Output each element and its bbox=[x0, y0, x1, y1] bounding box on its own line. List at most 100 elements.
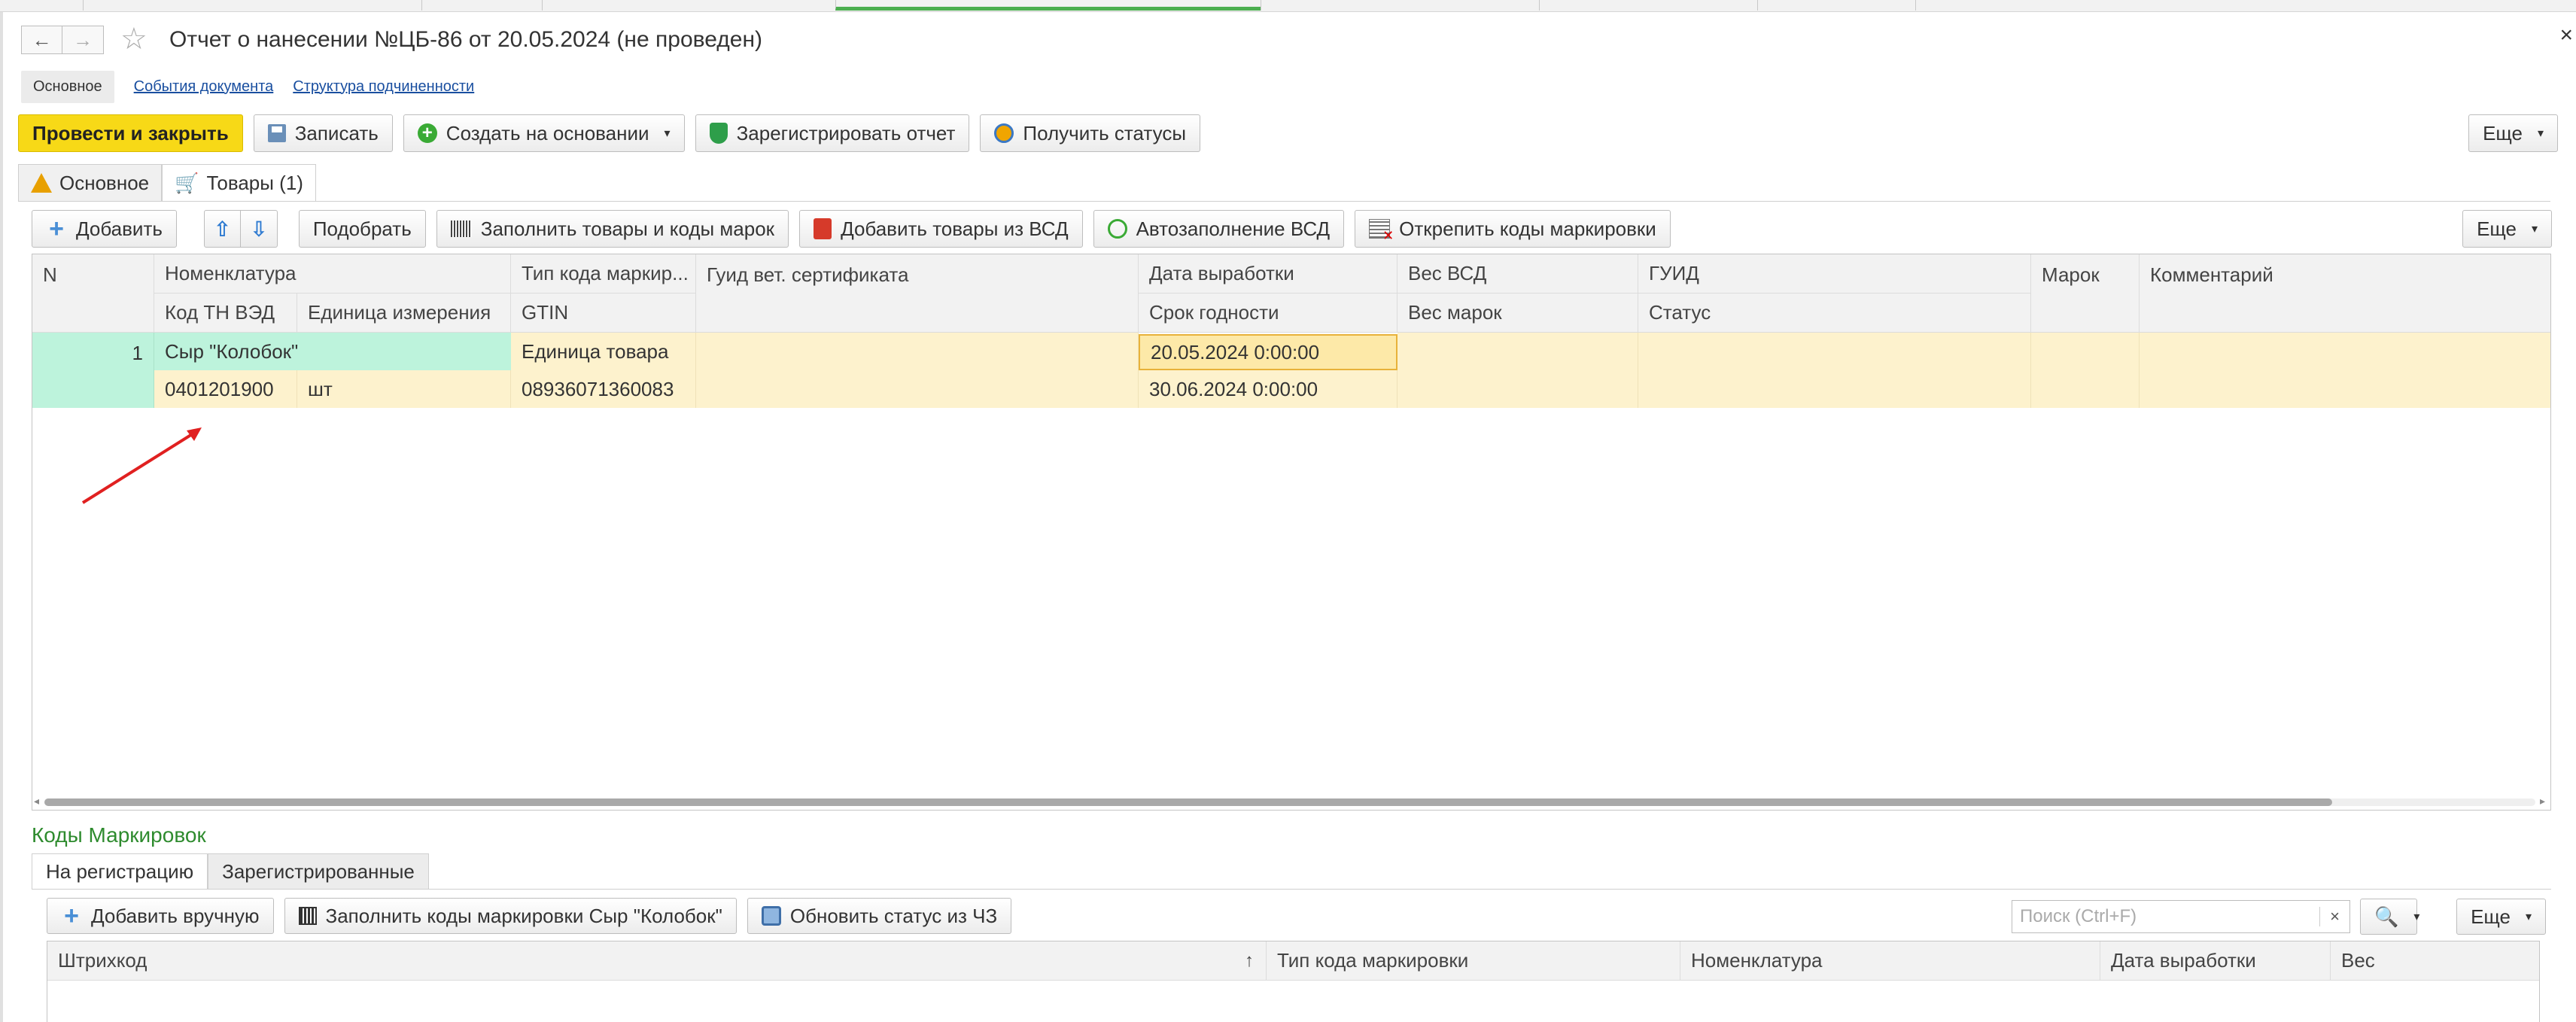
tab-panel-border bbox=[18, 201, 2550, 202]
cell-weight-marks[interactable] bbox=[1397, 370, 1638, 408]
col-header-comment[interactable]: Комментарий bbox=[2140, 254, 2550, 333]
cell-vet-guid[interactable] bbox=[696, 333, 1139, 408]
tab-registered[interactable]: Зарегистрированные bbox=[208, 853, 429, 890]
goods-more-button[interactable]: Еще ▾ bbox=[2462, 210, 2552, 248]
annotation-arrow-icon bbox=[81, 427, 202, 504]
scrollbar-thumb[interactable] bbox=[44, 798, 2332, 806]
plus-circle-icon: + bbox=[417, 123, 437, 143]
cell-guid[interactable] bbox=[1638, 333, 2031, 370]
autofill-vsd-label: Автозаполнение ВСД bbox=[1136, 217, 1331, 240]
move-down-button[interactable]: ⇩ bbox=[241, 210, 278, 248]
col-header-production-date[interactable]: Дата выработки bbox=[2100, 941, 2331, 981]
col-header-vet-guid[interactable]: Гуид вет. сертификата bbox=[696, 254, 1139, 333]
marking-more-button[interactable]: Еще ▾ bbox=[2456, 899, 2546, 935]
cell-unit[interactable]: шт bbox=[297, 370, 511, 408]
col-header-status[interactable]: Статус bbox=[1638, 294, 2031, 333]
section-main[interactable]: Основное bbox=[21, 70, 114, 103]
register-report-label: Зарегистрировать отчет bbox=[736, 121, 956, 144]
post-and-close-button[interactable]: Провести и закрыть bbox=[18, 114, 243, 152]
col-header-weight[interactable]: Вес bbox=[2331, 941, 2539, 981]
add-from-vsd-button[interactable]: Добавить товары из ВСД bbox=[799, 210, 1083, 248]
create-based-on-button[interactable]: + Создать на основании ▾ bbox=[403, 114, 685, 152]
section-link-structure[interactable]: Структура подчиненности bbox=[293, 78, 474, 96]
favorite-star-icon[interactable]: ☆ bbox=[120, 23, 148, 56]
more-button[interactable]: Еще ▾ bbox=[2468, 114, 2558, 152]
open-window-tab[interactable] bbox=[1539, 0, 1757, 11]
tab-goods[interactable]: 🛒 Товары (1) bbox=[162, 164, 316, 202]
autofill-vsd-button[interactable]: Автозаполнение ВСД bbox=[1093, 210, 1345, 248]
cell-production-date[interactable]: 20.05.2024 0:00:00 bbox=[1139, 334, 1397, 370]
col-header-weight-marks[interactable]: Вес марок bbox=[1397, 294, 1638, 333]
cell-gtin[interactable]: 08936071360083 bbox=[511, 370, 696, 408]
dropdown-arrow-icon: ▾ bbox=[664, 127, 671, 140]
col-header-tnved[interactable]: Код ТН ВЭД bbox=[154, 294, 297, 333]
cell-comment[interactable] bbox=[2140, 333, 2550, 408]
left-panel-edge bbox=[0, 12, 3, 1022]
col-header-guid[interactable]: ГУИД bbox=[1638, 254, 2031, 294]
col-header-nomenclature[interactable]: Номенклатура bbox=[1680, 941, 2100, 981]
warning-icon bbox=[31, 173, 52, 193]
pick-button[interactable]: Подобрать bbox=[298, 210, 426, 248]
tab-main[interactable]: Основное bbox=[18, 164, 163, 202]
unpin-codes-button[interactable]: Открепить коды маркировки bbox=[1355, 210, 1671, 248]
cart-icon: 🛒 bbox=[175, 171, 199, 194]
fill-marking-codes-button[interactable]: Заполнить коды маркировки Сыр "Колобок" bbox=[284, 898, 737, 934]
cell-expiry[interactable]: 30.06.2024 0:00:00 bbox=[1139, 370, 1397, 408]
autofill-icon bbox=[1107, 219, 1127, 239]
add-label: Добавить bbox=[76, 217, 163, 240]
open-windows-strip bbox=[0, 0, 2576, 12]
move-up-button[interactable]: ⇧ bbox=[203, 210, 242, 248]
fill-marking-codes-label: Заполнить коды маркировки Сыр "Колобок" bbox=[325, 904, 722, 927]
command-bar: Провести и закрыть Записать + Создать на … bbox=[18, 114, 1201, 154]
col-header-marks[interactable]: Марок bbox=[2031, 254, 2140, 333]
col-header-code-type[interactable]: Тип кода маркир... bbox=[511, 254, 696, 294]
open-window-tab[interactable] bbox=[1757, 0, 1915, 11]
open-window-tab[interactable] bbox=[421, 0, 542, 11]
fill-goods-codes-button[interactable]: Заполнить товары и коды марок bbox=[436, 210, 789, 248]
save-disk-icon bbox=[267, 124, 286, 142]
col-header-barcode[interactable]: Штрихкод ↑ bbox=[47, 941, 1267, 981]
tab-to-register[interactable]: На регистрацию bbox=[32, 853, 208, 890]
clear-search-icon[interactable]: × bbox=[2319, 907, 2349, 926]
forward-button[interactable]: → bbox=[62, 26, 104, 54]
add-manual-button[interactable]: + Добавить вручную bbox=[47, 898, 274, 934]
marking-codes-table: Штрихкод ↑ Тип кода маркировки Номенклат… bbox=[47, 941, 2540, 1022]
open-window-tab[interactable] bbox=[1261, 0, 1539, 11]
cell-status[interactable] bbox=[1638, 370, 2031, 408]
cell-tnved[interactable]: 0401201900 bbox=[154, 370, 297, 408]
dropdown-arrow-icon: ▾ bbox=[2531, 223, 2538, 236]
register-report-button[interactable]: Зарегистрировать отчет bbox=[695, 114, 970, 152]
add-button[interactable]: + Добавить bbox=[32, 210, 177, 248]
get-statuses-button[interactable]: Получить статусы bbox=[980, 114, 1201, 152]
open-window-tab[interactable] bbox=[83, 0, 421, 11]
open-window-tab-active[interactable] bbox=[835, 0, 1261, 11]
col-header-weight-vsd[interactable]: Вес ВСД bbox=[1397, 254, 1638, 294]
cell-weight-vsd[interactable] bbox=[1397, 333, 1638, 370]
col-header-unit[interactable]: Единица измерения bbox=[297, 294, 511, 333]
close-icon[interactable]: × bbox=[2559, 23, 2573, 48]
cell-n[interactable]: 1 bbox=[32, 333, 154, 408]
annotation-arrow-head bbox=[187, 427, 202, 441]
cell-nomenclature[interactable]: Сыр "Колобок" bbox=[154, 333, 511, 370]
add-from-vsd-label: Добавить товары из ВСД bbox=[841, 217, 1069, 240]
cell-code-type[interactable]: Единица товара bbox=[511, 333, 696, 370]
search-button[interactable]: 🔍 ▾ bbox=[2360, 899, 2419, 935]
scroll-right-icon[interactable]: ▸ bbox=[2540, 795, 2545, 808]
section-link-events[interactable]: События документа bbox=[134, 78, 274, 96]
save-button[interactable]: Записать bbox=[253, 114, 393, 152]
update-status-button[interactable]: Обновить статус из ЧЗ bbox=[747, 898, 1012, 934]
col-header-gtin[interactable]: GTIN bbox=[511, 294, 696, 333]
col-header-production-date[interactable]: Дата выработки bbox=[1139, 254, 1397, 294]
col-header-expiry[interactable]: Срок годности bbox=[1139, 294, 1397, 333]
cell-marks[interactable] bbox=[2031, 333, 2140, 408]
horizontal-scrollbar[interactable] bbox=[44, 798, 2535, 806]
nav-arrows: ← → bbox=[21, 26, 104, 54]
open-window-tab[interactable] bbox=[542, 0, 835, 11]
plus-icon: + bbox=[64, 902, 79, 930]
col-header-marking-type[interactable]: Тип кода маркировки bbox=[1267, 941, 1680, 981]
col-header-nomenclature[interactable]: Номенклатура bbox=[154, 254, 511, 294]
col-header-n[interactable]: N bbox=[32, 254, 154, 333]
scroll-left-icon[interactable]: ◂ bbox=[34, 795, 39, 808]
search-input[interactable] bbox=[2012, 902, 2319, 932]
back-button[interactable]: ← bbox=[21, 26, 62, 54]
